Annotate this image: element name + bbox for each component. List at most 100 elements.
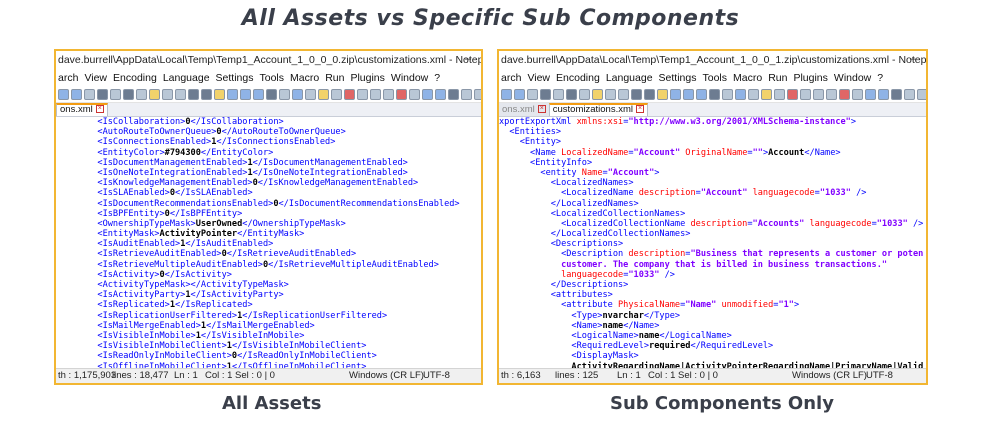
toolbar-button-icon[interactable] <box>839 88 850 100</box>
toolbar-button-icon[interactable] <box>618 88 629 100</box>
toolbar-button-icon[interactable] <box>891 88 902 100</box>
toolbar-button-icon[interactable] <box>318 88 329 100</box>
menu-item-macro[interactable]: Macro <box>290 72 319 84</box>
toolbar-button-icon[interactable] <box>292 88 303 100</box>
toolbar-button-icon[interactable] <box>175 88 186 100</box>
close-tab-icon[interactable]: × <box>95 105 104 114</box>
menu-item-run[interactable]: Run <box>768 72 787 84</box>
toolbar-button-icon[interactable] <box>110 88 121 100</box>
menu-item-[interactable]: ? <box>877 72 883 84</box>
toolbar-button-icon[interactable] <box>201 88 212 100</box>
minimize-icon[interactable]: – <box>900 51 926 70</box>
toolbar-button-icon[interactable] <box>644 88 655 100</box>
toolbar-button-icon[interactable] <box>344 88 355 100</box>
toolbar-button-icon[interactable] <box>826 88 837 100</box>
menu-item-window[interactable]: Window <box>391 72 428 84</box>
toolbar-button-icon[interactable] <box>448 88 459 100</box>
toolbar-button-icon[interactable] <box>396 88 407 100</box>
toolbar-button-icon[interactable] <box>188 88 199 100</box>
menu-item-settings[interactable]: Settings <box>216 72 254 84</box>
editor[interactable]: xportExportXml xmlns:xsi="http://www.w3.… <box>499 117 926 368</box>
toolbar-button-icon[interactable] <box>422 88 433 100</box>
toolbar-button-icon[interactable] <box>58 88 69 100</box>
file-tab[interactable]: ons.xml × <box>56 103 108 116</box>
close-tab-icon[interactable]: × <box>537 105 546 114</box>
menu-item-language[interactable]: Language <box>606 72 653 84</box>
toolbar-button-icon[interactable] <box>670 88 681 100</box>
menu-item-macro[interactable]: Macro <box>733 72 762 84</box>
toolbar-button-icon[interactable] <box>761 88 772 100</box>
toolbar-button-icon[interactable] <box>357 88 368 100</box>
toolbar-button-icon[interactable] <box>683 88 694 100</box>
file-tab[interactable]: customizations.xml × <box>548 103 648 116</box>
menu-item-arch[interactable]: arch <box>501 72 521 84</box>
toolbar-button-icon[interactable] <box>97 88 108 100</box>
menu-item-tools[interactable]: Tools <box>702 72 727 84</box>
menu-item-view[interactable]: View <box>527 72 550 84</box>
file-tab[interactable]: ons.xml × <box>499 103 549 116</box>
toolbar-button-icon[interactable] <box>71 88 82 100</box>
toolbar-button-icon[interactable] <box>852 88 863 100</box>
toolbar-button-icon[interactable] <box>540 88 551 100</box>
menu-item-encoding[interactable]: Encoding <box>556 72 600 84</box>
toolbar-button-icon[interactable] <box>383 88 394 100</box>
toolbar-button-icon[interactable] <box>878 88 889 100</box>
toolbar-button-icon[interactable] <box>696 88 707 100</box>
menu-item-plugins[interactable]: Plugins <box>350 72 384 84</box>
toolbar-button-icon[interactable] <box>566 88 577 100</box>
toolbar-button-icon[interactable] <box>657 88 668 100</box>
toolbar-button-icon[interactable] <box>84 88 95 100</box>
toolbar-button-icon[interactable] <box>592 88 603 100</box>
toolbar-button-icon[interactable] <box>240 88 251 100</box>
minimize-icon[interactable]: – <box>455 51 481 70</box>
toolbar-button-icon[interactable] <box>305 88 316 100</box>
menu-item-run[interactable]: Run <box>325 72 344 84</box>
toolbar-button-icon[interactable] <box>370 88 381 100</box>
toolbar-button-icon[interactable] <box>409 88 420 100</box>
toolbar-button-icon[interactable] <box>253 88 264 100</box>
toolbar-button-icon[interactable] <box>774 88 785 100</box>
toolbar-button-icon[interactable] <box>722 88 733 100</box>
toolbar-button-icon[interactable] <box>787 88 798 100</box>
toolbar-button-icon[interactable] <box>461 88 472 100</box>
close-tab-icon[interactable]: × <box>635 105 644 114</box>
menu-item-window[interactable]: Window <box>834 72 871 84</box>
toolbar-button-icon[interactable] <box>917 88 926 100</box>
toolbar-button-icon[interactable] <box>865 88 876 100</box>
editor[interactable]: <IsCollaboration>0</IsCollaboration> <Au… <box>56 117 481 368</box>
toolbar-button-icon[interactable] <box>214 88 225 100</box>
toolbar-button-icon[interactable] <box>136 88 147 100</box>
code-line: <IsOneNoteIntegrationEnabled>1</IsOneNot… <box>56 168 481 178</box>
menu-item-settings[interactable]: Settings <box>659 72 697 84</box>
toolbar-button-icon[interactable] <box>279 88 290 100</box>
toolbar-button-icon[interactable] <box>813 88 824 100</box>
toolbar-button-icon[interactable] <box>123 88 134 100</box>
toolbar-button-icon[interactable] <box>527 88 538 100</box>
toolbar-button-icon[interactable] <box>149 88 160 100</box>
toolbar-button-icon[interactable] <box>605 88 616 100</box>
menu-item-encoding[interactable]: Encoding <box>113 72 157 84</box>
code-line: <IsDocumentManagementEnabled>1</IsDocume… <box>56 158 481 168</box>
menu-item-arch[interactable]: arch <box>58 72 78 84</box>
toolbar-button-icon[interactable] <box>162 88 173 100</box>
toolbar-button-icon[interactable] <box>709 88 720 100</box>
menu-item-plugins[interactable]: Plugins <box>793 72 827 84</box>
toolbar-button-icon[interactable] <box>266 88 277 100</box>
menu-item-[interactable]: ? <box>434 72 440 84</box>
toolbar-button-icon[interactable] <box>579 88 590 100</box>
toolbar-button-icon[interactable] <box>553 88 564 100</box>
menu-item-view[interactable]: View <box>84 72 107 84</box>
toolbar-button-icon[interactable] <box>748 88 759 100</box>
toolbar-button-icon[interactable] <box>331 88 342 100</box>
toolbar-button-icon[interactable] <box>735 88 746 100</box>
menu-item-tools[interactable]: Tools <box>259 72 284 84</box>
toolbar-button-icon[interactable] <box>800 88 811 100</box>
toolbar-button-icon[interactable] <box>474 88 481 100</box>
toolbar-button-icon[interactable] <box>435 88 446 100</box>
toolbar-button-icon[interactable] <box>514 88 525 100</box>
menu-item-language[interactable]: Language <box>163 72 210 84</box>
toolbar-button-icon[interactable] <box>631 88 642 100</box>
toolbar-button-icon[interactable] <box>501 88 512 100</box>
toolbar-button-icon[interactable] <box>904 88 915 100</box>
toolbar-button-icon[interactable] <box>227 88 238 100</box>
